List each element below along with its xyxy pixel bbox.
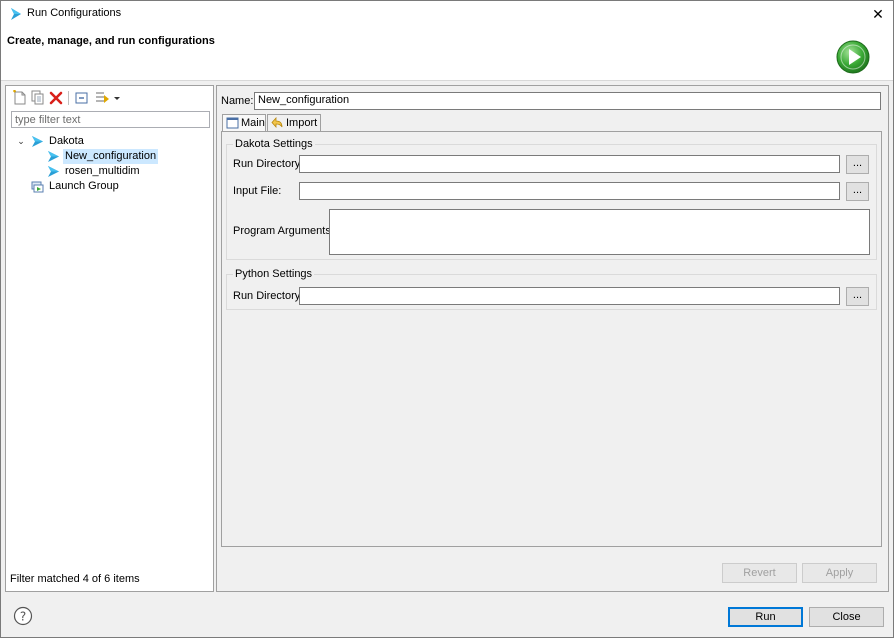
new-configuration-icon[interactable] [12, 90, 28, 106]
tab-main[interactable]: Main [222, 114, 266, 132]
name-label: Name: [221, 95, 254, 107]
filter-icon[interactable] [94, 90, 110, 106]
python-run-directory-input[interactable] [299, 287, 840, 305]
left-toolbar [8, 88, 208, 108]
import-tab-icon [271, 117, 283, 129]
filter-input[interactable] [11, 111, 210, 128]
browse-run-directory-button[interactable]: ... [846, 155, 869, 174]
run-directory-label: Run Directory: [233, 290, 304, 302]
browse-python-run-directory-button[interactable]: ... [846, 287, 869, 306]
dakota-settings-group: Dakota Settings Run Directory: ... Input… [226, 138, 877, 260]
tree-item-new-configuration[interactable]: New_configuration [16, 149, 206, 164]
run-directory-label: Run Directory: [233, 158, 304, 170]
tree-item-label: Launch Group [49, 180, 119, 192]
chevron-down-icon[interactable]: ⌄ [16, 134, 26, 149]
window-title: Run Configurations [27, 7, 122, 19]
revert-button[interactable]: Revert [722, 563, 797, 583]
dakota-config-icon [48, 166, 59, 177]
main-tab-content: Dakota Settings Run Directory: ... Input… [221, 131, 882, 547]
name-field[interactable]: New_configuration [254, 92, 881, 110]
launch-group-icon [31, 181, 44, 193]
help-glyph: ? [20, 610, 26, 624]
browse-input-file-button[interactable]: ... [846, 182, 869, 201]
close-button[interactable]: Close [809, 607, 884, 627]
tree-item-label: rosen_multidim [65, 165, 140, 177]
help-icon[interactable]: ? [13, 606, 33, 626]
tree-item-rosen-multidim[interactable]: rosen_multidim [16, 164, 206, 179]
group-title: Dakota Settings [233, 138, 315, 150]
filter-status-text: Filter matched 4 of 6 items [10, 573, 140, 585]
apply-button[interactable]: Apply [802, 563, 877, 583]
tree-item-dakota[interactable]: ⌄ Dakota [16, 134, 206, 149]
input-file-label: Input File: [233, 185, 282, 197]
run-button[interactable]: Run [728, 607, 803, 627]
dakota-run-directory-input[interactable] [299, 155, 840, 173]
tab-import[interactable]: Import [267, 114, 321, 132]
configuration-editor-panel: Name: New_configuration Main Import Dako… [216, 85, 889, 592]
tree-item-launch-group[interactable]: Launch Group [16, 179, 206, 194]
dakota-config-icon [48, 151, 59, 162]
title-bar: Run Configurations ✕ [1, 1, 893, 27]
tree-item-label: Dakota [49, 135, 84, 147]
main-tab-icon [226, 117, 239, 129]
configurations-tree-panel: ⌄ Dakota New_configuration r [5, 85, 214, 592]
tab-label: Import [286, 117, 318, 129]
toolbar-separator [68, 91, 69, 105]
duplicate-icon[interactable] [30, 90, 46, 106]
program-arguments-label: Program Arguments: [233, 225, 334, 237]
collapse-all-icon[interactable] [74, 90, 90, 106]
python-settings-group: Python Settings Run Directory: ... [226, 268, 877, 310]
dakota-icon [32, 136, 43, 147]
dialog-banner: Create, manage, and run configurations [1, 27, 893, 81]
banner-title: Create, manage, and run configurations [7, 35, 215, 47]
run-play-icon [836, 40, 870, 74]
window-close-button[interactable]: ✕ [863, 1, 893, 27]
dakota-app-icon [11, 8, 21, 20]
run-configurations-dialog: Run Configurations ✕ Create, manage, and… [0, 0, 894, 638]
dropdown-arrow-icon[interactable] [112, 90, 122, 106]
tree-item-label: New_configuration [63, 149, 159, 164]
group-title: Python Settings [233, 268, 315, 280]
tab-label: Main [241, 117, 265, 129]
delete-icon[interactable] [48, 90, 64, 106]
program-arguments-textarea[interactable] [329, 209, 870, 255]
input-file-input[interactable] [299, 182, 840, 200]
